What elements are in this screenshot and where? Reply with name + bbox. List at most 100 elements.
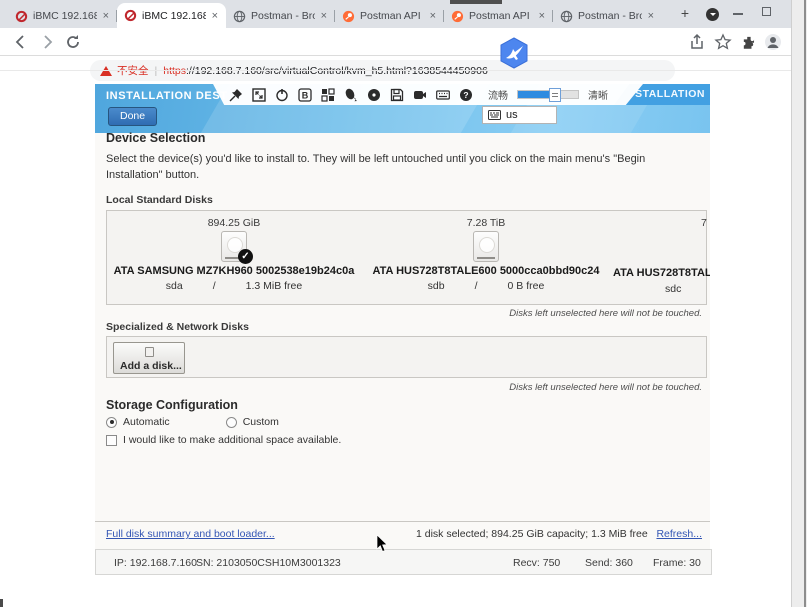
virtual-floppy-icon[interactable]: [390, 88, 404, 102]
tab-close-icon[interactable]: ×: [429, 10, 437, 22]
kvm-status-bar: IP: 192.168.7.160 SN: 2103050CSH10M30013…: [95, 549, 712, 575]
tab-close-icon[interactable]: ×: [538, 10, 546, 22]
tab-close-icon[interactable]: ×: [211, 10, 219, 22]
tab-search-button[interactable]: [706, 8, 719, 21]
radio-custom[interactable]: Custom: [226, 416, 279, 428]
disk-device: sdc: [665, 283, 681, 295]
window-maximize-button[interactable]: [762, 7, 771, 16]
record-icon[interactable]: [413, 88, 427, 102]
additional-space-checkbox[interactable]: [106, 435, 117, 446]
disk-name: ATA HUS728T8TAL: [613, 267, 710, 279]
new-tab-button[interactable]: +: [676, 5, 694, 23]
mouse-cursor: [376, 535, 388, 553]
disk-name: ATA HUS728T8TALE600 5000cca0bbd90c24: [361, 265, 611, 277]
pin-icon[interactable]: [229, 88, 243, 102]
disk-name: ATA SAMSUNG MZ7KH960 5002538e19b24c0a: [109, 265, 359, 277]
disk-capacity: 7: [701, 217, 707, 229]
back-button[interactable]: [12, 33, 30, 51]
screen: iBMC 192.168.7.16 × iBMC 192.168.7.16 × …: [0, 0, 807, 607]
add-disk-button[interactable]: Add a disk...: [113, 342, 185, 374]
radio-automatic-dot[interactable]: [106, 417, 117, 428]
additional-space-checkbox-row[interactable]: I would like to make additional space av…: [106, 434, 341, 446]
window-minimize-button[interactable]: [733, 13, 743, 15]
local-disks-box: 894.25 GiB ✓ ATA SAMSUNG MZ7KH960 500253…: [106, 210, 707, 305]
browser-nav-bar: 不安全 | https ://192.168.7.160/src/virtual…: [0, 28, 791, 56]
disk-icon: ✓: [221, 231, 247, 262]
browser-tab-bar: iBMC 192.168.7.16 × iBMC 192.168.7.16 × …: [0, 0, 791, 28]
tab-close-icon[interactable]: ×: [320, 10, 328, 22]
keyboard-layout-indicator[interactable]: us: [482, 106, 557, 124]
tab-close-icon[interactable]: ×: [647, 10, 655, 22]
keyboard-icon: [488, 110, 501, 120]
send-key-b-icon[interactable]: B: [298, 88, 312, 102]
postman-favicon-icon: [342, 10, 355, 23]
installer-product-label: STALLATION: [635, 88, 705, 100]
tab-postman-api-1[interactable]: Postman API Platfo ×: [335, 4, 444, 28]
kvm-remote-screen[interactable]: INSTALLATION DEST STALLATION Done us B ?…: [95, 84, 710, 549]
tab-postman-browser-1[interactable]: Postman - Browse ×: [226, 4, 335, 28]
device-selection-title: Device Selection: [106, 131, 205, 145]
disk-sdb[interactable]: 7.28 TiB ATA HUS728T8TALE600 5000cca0bbd…: [361, 211, 611, 306]
disk-capacity: 7.28 TiB: [361, 217, 611, 229]
kvm-toolbar: B ? 流畅 清晰: [213, 84, 643, 105]
disk-device: sda: [166, 280, 183, 292]
disk-separator: /: [213, 280, 216, 292]
device-selection-description: Select the device(s) you'd like to insta…: [106, 152, 698, 184]
refresh-link[interactable]: Refresh...: [656, 528, 702, 540]
tab-postman-browser-2[interactable]: Postman - Browse ×: [553, 4, 662, 28]
power-icon[interactable]: [275, 88, 289, 102]
virtual-keyboard-icon[interactable]: [436, 88, 450, 102]
radio-automatic[interactable]: Automatic: [106, 416, 170, 428]
partitioning-radio-group: Automatic Custom: [106, 416, 279, 428]
fullscreen-icon[interactable]: [252, 88, 266, 102]
keyboard-layout-value: us: [506, 109, 518, 121]
globe-favicon-icon: [560, 10, 573, 23]
storage-configuration-title: Storage Configuration: [106, 398, 238, 412]
disk-separator: /: [475, 280, 478, 292]
status-sn: SN: 2103050CSH10M3001323: [196, 557, 341, 569]
disk-selected-check-icon: ✓: [238, 249, 253, 264]
reload-button[interactable]: [64, 33, 82, 51]
quality-slider-handle[interactable]: [549, 88, 561, 102]
svg-text:?: ?: [463, 90, 468, 100]
disk-icon: [473, 231, 499, 262]
tab-title: iBMC 192.168.7.16: [33, 10, 97, 22]
disk-sda[interactable]: 894.25 GiB ✓ ATA SAMSUNG MZ7KH960 500253…: [109, 211, 359, 306]
tab-title: Postman - Browse: [578, 10, 642, 22]
tab-title: Postman API Platfo: [469, 10, 533, 22]
full-disk-summary-link[interactable]: Full disk summary and boot loader...: [106, 528, 275, 540]
tab-ibmc-2-active[interactable]: iBMC 192.168.7.16 ×: [117, 3, 226, 28]
globe-favicon-icon: [233, 10, 246, 23]
tab-title: Postman - Browse: [251, 10, 315, 22]
profile-avatar[interactable]: [764, 33, 782, 51]
installer-footer: Full disk summary and boot loader... 1 d…: [95, 521, 710, 549]
status-frame: Frame: 30: [653, 557, 701, 569]
download-bird-badge-icon[interactable]: [497, 37, 531, 69]
share-icon[interactable]: [688, 33, 706, 51]
status-send: Send: 360: [585, 557, 633, 569]
postman-favicon-icon: [451, 10, 464, 23]
done-button[interactable]: Done: [108, 107, 157, 126]
selection-summary: 1 disk selected; 894.25 GiB capacity; 1.…: [416, 528, 648, 540]
bookmark-star-icon[interactable]: [714, 33, 732, 51]
virtual-cd-icon[interactable]: [367, 88, 381, 102]
specialized-disks-box: Add a disk...: [106, 336, 707, 378]
macro-grid-icon[interactable]: [321, 88, 335, 102]
quality-slider[interactable]: [517, 90, 579, 99]
unselected-note-2: Disks left unselected here will not be t…: [509, 382, 702, 393]
unselected-note: Disks left unselected here will not be t…: [509, 308, 702, 319]
quality-sharp-label: 清晰: [588, 87, 608, 102]
extensions-puzzle-icon[interactable]: [740, 33, 758, 51]
status-recv: Recv: 750: [513, 557, 560, 569]
tab-postman-api-2[interactable]: Postman API Platfo ×: [444, 4, 553, 28]
radio-custom-dot[interactable]: [226, 417, 237, 428]
mouse-sync-icon[interactable]: [344, 88, 358, 102]
forward-button[interactable]: [38, 33, 56, 51]
tab-close-icon[interactable]: ×: [102, 10, 110, 22]
tab-ibmc-1[interactable]: iBMC 192.168.7.16 ×: [8, 4, 117, 28]
help-icon[interactable]: ?: [459, 88, 473, 102]
ibmc-favicon-icon: [15, 10, 28, 23]
disk-device: sdb: [428, 280, 445, 292]
disk-sdc[interactable]: 7 ATA HUS728T8TAL sdc: [613, 211, 710, 306]
disk-free: 1.3 MiB free: [246, 280, 303, 292]
